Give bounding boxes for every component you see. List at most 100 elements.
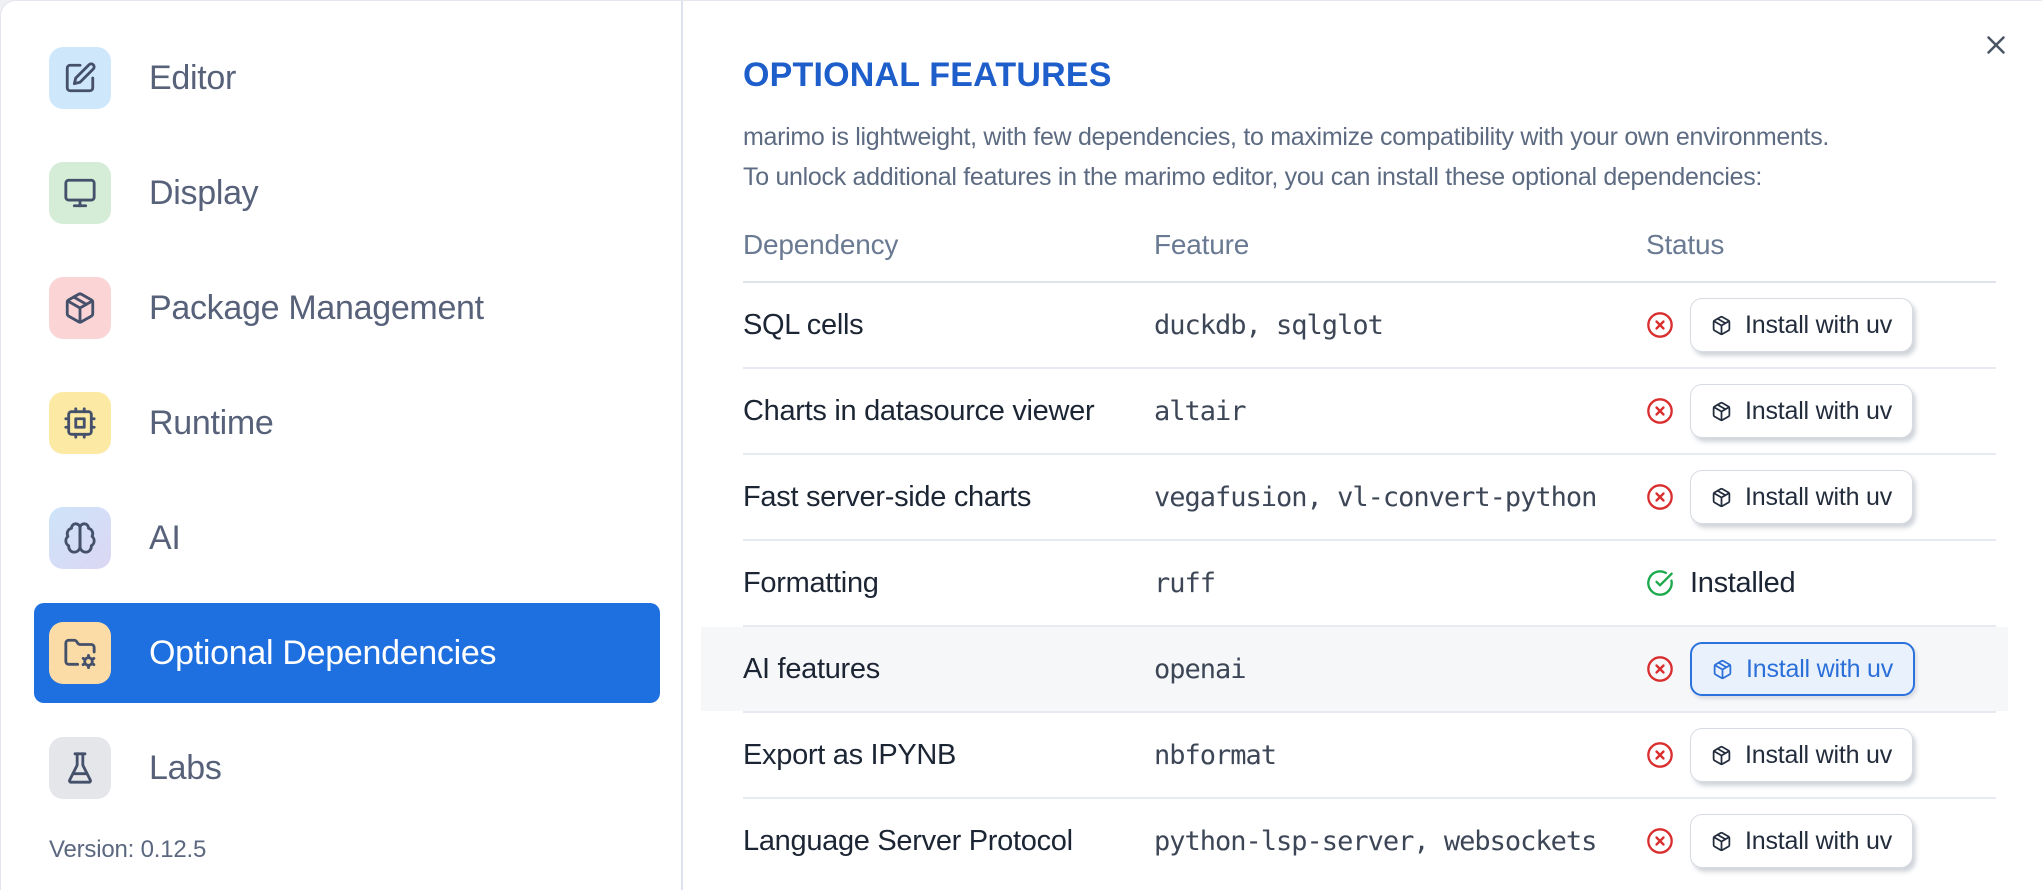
column-header-dependency: Dependency <box>743 229 899 260</box>
sidebar-item-labs[interactable]: Labs <box>34 718 660 818</box>
install-button-label: Install with uv <box>1746 654 1894 683</box>
table-row: AI features openai Install with uv <box>701 627 2008 713</box>
sidebar-item-optional-dependencies[interactable]: Optional Dependencies <box>34 603 660 703</box>
sidebar-item-package-management[interactable]: Package Management <box>34 258 660 358</box>
package-icon <box>65 292 95 324</box>
feature-cell: vegafusion, vl-convert-python <box>1154 481 1597 513</box>
circle-x-icon <box>1646 397 1674 425</box>
status-cell: Install with uv <box>1646 384 1996 438</box>
sidebar-icon-tile <box>49 622 111 684</box>
sidebar-item-ai[interactable]: AI <box>34 488 660 588</box>
dependency-cell: Fast server-side charts <box>743 480 1032 513</box>
main-panel: OPTIONAL FEATURES marimo is lightweight,… <box>681 1 2042 890</box>
dependency-cell: Export as IPYNB <box>743 738 957 771</box>
package-icon <box>1712 315 1731 335</box>
brain-icon <box>64 522 96 554</box>
installed-label: Installed <box>1690 566 1796 599</box>
feature-cell: ruff <box>1154 567 1216 599</box>
circle-x-icon <box>1646 741 1674 769</box>
package-icon <box>1712 401 1731 421</box>
monitor-icon <box>64 178 96 208</box>
sidebar-icon-tile <box>49 162 111 224</box>
circle-x-icon <box>1646 655 1674 683</box>
version-label: Version: 0.12.5 <box>49 836 207 863</box>
column-header-feature: Feature <box>1154 229 1250 260</box>
dependency-cell: AI features <box>743 652 880 685</box>
page-title: OPTIONAL FEATURES <box>743 56 1112 94</box>
circle-x-icon <box>1647 742 1673 768</box>
cpu-icon <box>64 407 96 439</box>
dependency-cell: Charts in datasource viewer <box>743 394 1095 427</box>
circle-check-icon <box>1646 569 1674 597</box>
status-cell: Install with uv <box>1646 470 1996 524</box>
dependency-cell: Language Server Protocol <box>743 824 1073 857</box>
feature-cell: duckdb, sqlglot <box>1154 309 1384 341</box>
settings-dialog: Editor Display Package Management Runtim… <box>0 0 2042 890</box>
circle-x-icon <box>1647 312 1673 338</box>
install-with-uv-button[interactable]: Install with uv <box>1690 470 1914 524</box>
feature-cell: openai <box>1154 653 1247 685</box>
status-cell: Install with uv <box>1646 814 1996 868</box>
table-row: Fast server-side charts vegafusion, vl-c… <box>743 455 1996 541</box>
status-cell: Installed <box>1646 567 1996 600</box>
circle-x-icon <box>1647 484 1673 510</box>
install-button-label: Install with uv <box>1745 740 1893 769</box>
description: marimo is lightweight, with few dependen… <box>743 117 1996 197</box>
install-button-label: Install with uv <box>1745 826 1893 855</box>
table-row: Formatting ruff Installed <box>743 541 1996 627</box>
sidebar-icon-tile <box>49 737 111 799</box>
table-row: SQL cells duckdb, sqlglot Install with u… <box>743 283 1996 369</box>
table-row: Charts in datasource viewer altair Insta… <box>743 369 1996 455</box>
status-cell: Install with uv <box>1646 728 1996 782</box>
square-pen-icon <box>65 62 96 93</box>
sidebar-icon-tile <box>49 507 111 569</box>
package-icon <box>1712 831 1731 851</box>
install-button-label: Install with uv <box>1745 482 1893 511</box>
circle-x-icon <box>1646 483 1674 511</box>
description-line: marimo is lightweight, with few dependen… <box>743 123 1830 151</box>
install-with-uv-button[interactable]: Install with uv <box>1690 298 1914 352</box>
install-with-uv-button[interactable]: Install with uv <box>1690 814 1914 868</box>
settings-sidebar: Editor Display Package Management Runtim… <box>1 1 681 890</box>
flask-icon <box>68 752 92 784</box>
feature-cell: python-lsp-server, websockets <box>1154 825 1597 857</box>
column-header-status: Status <box>1646 229 1725 260</box>
circle-x-icon <box>1647 828 1673 854</box>
package-icon <box>1713 659 1732 679</box>
install-button-label: Install with uv <box>1745 310 1893 339</box>
table-body: SQL cells duckdb, sqlglot Install with u… <box>701 283 2008 883</box>
dependencies-table: Dependency Feature Status SQL cells duck… <box>701 209 2008 883</box>
install-button-label: Install with uv <box>1745 396 1893 425</box>
circle-x-icon <box>1646 311 1674 339</box>
optional-features-content: OPTIONAL FEATURES marimo is lightweight,… <box>701 1 2008 883</box>
description-line: To unlock additional features in the mar… <box>743 163 1763 191</box>
package-icon <box>1712 745 1731 765</box>
circle-check-icon <box>1647 570 1673 596</box>
table-row: Export as IPYNB nbformat Install with uv <box>743 713 1996 799</box>
circle-x-icon <box>1647 398 1673 424</box>
sidebar-item-runtime[interactable]: Runtime <box>34 373 660 473</box>
dependency-cell: SQL cells <box>743 308 864 341</box>
circle-x-icon <box>1647 656 1673 682</box>
folder-cog-icon <box>64 638 96 670</box>
install-with-uv-button[interactable]: Install with uv <box>1690 384 1914 438</box>
table-row: Language Server Protocol python-lsp-serv… <box>743 799 1996 883</box>
status-cell: Install with uv <box>1646 642 1996 696</box>
feature-cell: nbformat <box>1154 739 1277 771</box>
sidebar-icon-tile <box>49 277 111 339</box>
dependency-cell: Formatting <box>743 566 879 599</box>
sidebar-icon-tile <box>49 392 111 454</box>
sidebar-nav: Editor Display Package Management Runtim… <box>1 1 681 818</box>
sidebar-icon-tile <box>49 47 111 109</box>
install-with-uv-button[interactable]: Install with uv <box>1690 728 1914 782</box>
close-button[interactable] <box>1974 23 2018 67</box>
package-icon <box>1712 487 1731 507</box>
feature-cell: altair <box>1154 395 1247 427</box>
x-icon <box>1987 36 2005 54</box>
status-cell: Install with uv <box>1646 298 1996 352</box>
table-header: Dependency Feature Status <box>743 209 1996 283</box>
circle-x-icon <box>1646 827 1674 855</box>
sidebar-item-display[interactable]: Display <box>34 143 660 243</box>
sidebar-item-editor[interactable]: Editor <box>34 28 660 128</box>
install-with-uv-button[interactable]: Install with uv <box>1690 642 1916 696</box>
